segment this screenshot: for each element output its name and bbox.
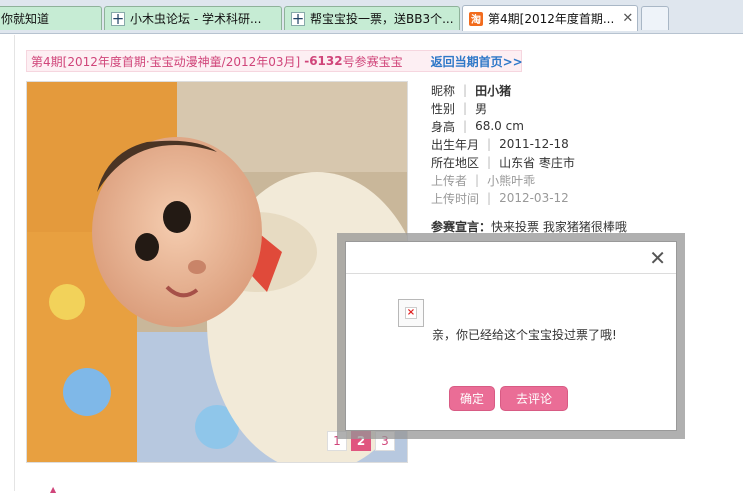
browser-tab-strip: 你就知道 十 小木虫论坛 - 学术科研... 十 帮宝宝投一票，送BB3个...…	[0, 0, 743, 34]
left-divider	[14, 35, 15, 491]
confirm-button[interactable]: 确定	[449, 386, 495, 411]
profile-row-upload-time: 上传时间 | 2012-03-12	[431, 189, 575, 207]
field-label: 所在地区	[431, 155, 480, 170]
separator: |	[487, 155, 492, 169]
separator: |	[487, 191, 492, 205]
separator: |	[463, 119, 468, 133]
field-label: 上传时间	[431, 191, 480, 206]
tab-label: 你就知道	[1, 12, 50, 26]
comment-button[interactable]: 去评论	[500, 386, 568, 411]
uploader-link[interactable]: 小熊叶乖	[487, 172, 535, 189]
period-title: 第4期[2012年度首期·宝宝动漫神童/2012年03月]	[31, 54, 301, 69]
declaration-label: 参赛宣言：	[431, 220, 492, 234]
tab-label: 小木虫论坛 - 学术科研...	[130, 12, 262, 26]
close-icon[interactable]: ✕	[649, 246, 666, 270]
tab-2[interactable]: 十 小木虫论坛 - 学术科研...	[104, 6, 282, 30]
forum-icon: 十	[291, 11, 305, 26]
profile-row-nickname: 昵称 | 田小猪	[431, 81, 575, 99]
back-to-home-link[interactable]: 返回当期首页>>	[431, 53, 523, 70]
separator: |	[475, 173, 480, 187]
field-label: 性别	[431, 101, 456, 116]
tab-label: 帮宝宝投一票，送BB3个...	[310, 12, 454, 26]
forum-icon: 十	[111, 11, 125, 26]
new-tab-button[interactable]	[641, 6, 669, 30]
separator: |	[463, 101, 468, 115]
field-value: 2012-03-12	[499, 191, 569, 205]
profile-row-uploader: 上传者 | 小熊叶乖	[431, 171, 575, 189]
separator: |	[463, 83, 468, 97]
dialog-header: ✕	[346, 242, 676, 274]
field-value: 田小猪	[475, 83, 512, 98]
entry-number: -6132	[304, 54, 343, 68]
profile-row-region: 所在地区 | 山东省 枣庄市	[431, 153, 575, 171]
dialog-message: 亲，你已经给这个宝宝投过票了哦!	[432, 328, 617, 342]
profile-row-height: 身高 | 68.0 cm	[431, 117, 575, 135]
entry-suffix: 号参赛宝宝	[342, 54, 403, 69]
field-value: 山东省 枣庄市	[499, 155, 575, 170]
profile-info: 昵称 | 田小猪 性别 | 男 身高 | 68.0 cm 出生年月 | 2011-12-18 所…	[431, 81, 575, 207]
close-tab-icon[interactable]: ✕	[614, 11, 633, 26]
vote-dialog: ✕ × 亲，你已经给这个宝宝投过票了哦! 确定 去评论	[345, 241, 677, 431]
taobao-icon: 淘	[469, 11, 483, 26]
broken-image-icon: ×	[398, 299, 424, 327]
missing-image-x-icon: ×	[405, 307, 417, 319]
profile-row-birth: 出生年月 | 2011-12-18	[431, 135, 575, 153]
tab-4-active[interactable]: 淘 第4期[2012年度首期... ✕	[462, 5, 638, 31]
field-label: 身高	[431, 119, 456, 134]
decorative-mark: ▲	[50, 485, 57, 494]
declaration-text: 快来投票 我家猪猪很棒哦	[491, 220, 627, 234]
tab-1[interactable]: 你就知道	[0, 6, 102, 30]
field-label: 出生年月	[431, 137, 480, 152]
tab-3[interactable]: 十 帮宝宝投一票，送BB3个...	[284, 6, 460, 30]
field-label: 上传者	[431, 173, 468, 188]
field-label: 昵称	[431, 83, 456, 98]
tab-label: 第4期[2012年度首期...	[488, 12, 615, 26]
field-value: 2011-12-18	[499, 137, 569, 151]
profile-row-gender: 性别 | 男	[431, 99, 575, 117]
field-value: 男	[475, 101, 488, 116]
separator: |	[487, 137, 492, 151]
entry-title-bar: 第4期[2012年度首期·宝宝动漫神童/2012年03月] -6132 号参赛宝…	[26, 50, 523, 72]
field-value: 68.0 cm	[475, 119, 524, 133]
